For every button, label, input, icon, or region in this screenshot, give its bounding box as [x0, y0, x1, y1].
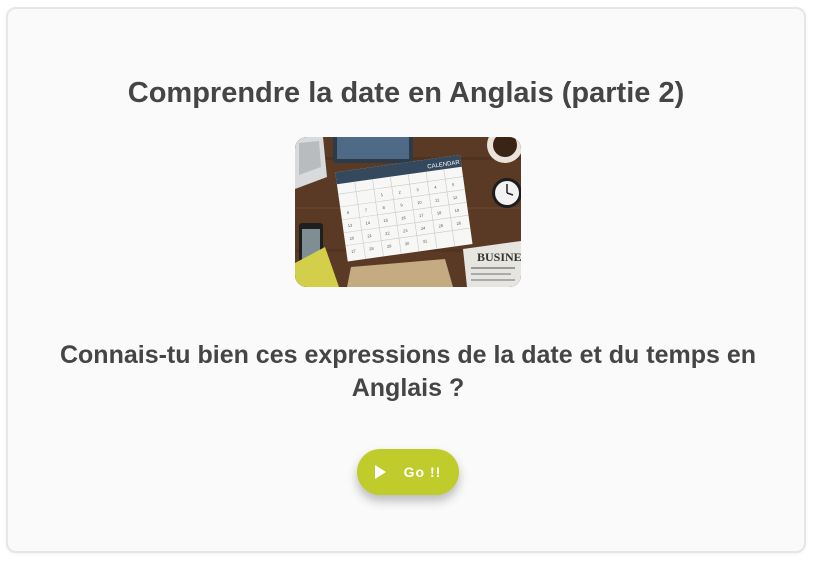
go-button[interactable]: Go !!	[357, 449, 459, 495]
quiz-question: Connais-tu bien ces expressions de la da…	[59, 341, 757, 402]
play-icon	[374, 465, 386, 479]
newspaper-text: BUSINE	[477, 250, 521, 264]
quiz-card: Comprendre la date en Anglais (partie 2)	[6, 7, 806, 553]
go-button-label: Go !!	[403, 464, 442, 480]
quiz-title: Comprendre la date en Anglais (partie 2)	[127, 77, 685, 109]
calendar-image: BUSINE CALENDAR 1 2 3 4 5 6 7 8 9 10 11 …	[295, 137, 521, 287]
